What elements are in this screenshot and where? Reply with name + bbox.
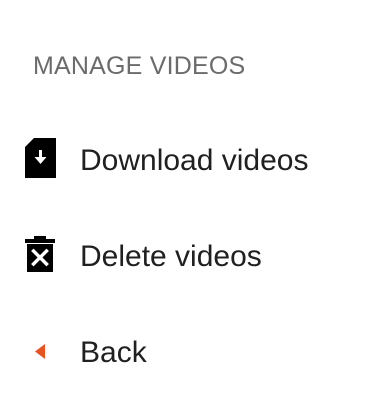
- download-file-icon: [22, 138, 58, 182]
- delete-videos-label: Delete videos: [80, 240, 262, 273]
- back-item[interactable]: Back: [0, 312, 392, 392]
- download-videos-item[interactable]: Download videos: [0, 120, 392, 200]
- download-videos-label: Download videos: [80, 144, 309, 177]
- back-arrow-icon: [22, 332, 58, 376]
- manage-videos-menu: MANAGE VIDEOS Download videos Delete vid…: [0, 0, 392, 416]
- back-label: Back: [80, 336, 147, 369]
- delete-trash-icon: [22, 236, 58, 280]
- menu-header: MANAGE VIDEOS: [33, 52, 246, 80]
- delete-videos-item[interactable]: Delete videos: [0, 216, 392, 296]
